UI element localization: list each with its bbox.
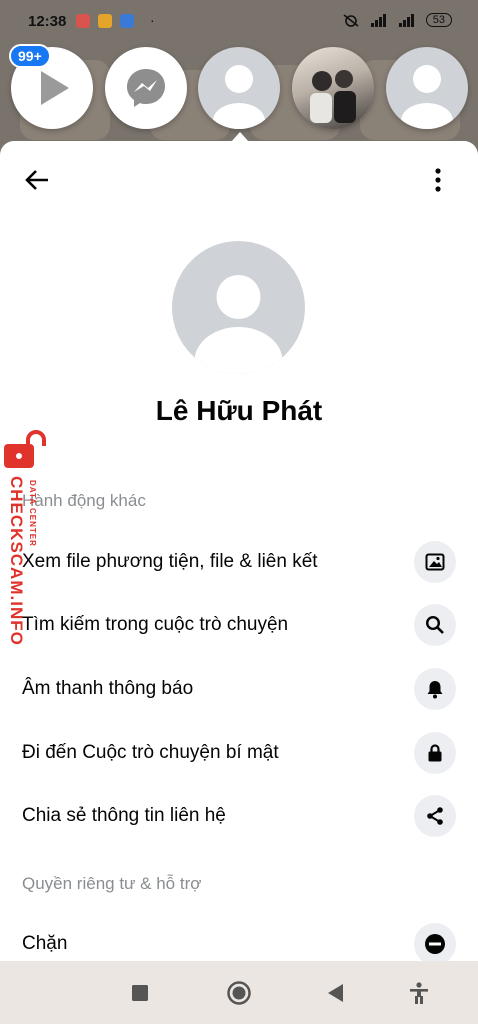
row-view-media[interactable]: Xem file phương tiện, file & liên kết xyxy=(0,538,478,588)
row-label: Chặn xyxy=(22,933,68,954)
messenger-icon xyxy=(127,69,165,107)
row-share-contact[interactable]: Chia sẻ thông tin liên hệ xyxy=(0,792,478,842)
chat-head-person[interactable] xyxy=(198,47,280,129)
unread-badge: 99+ xyxy=(9,44,51,68)
alarm-off-icon xyxy=(343,13,359,27)
square-icon xyxy=(132,985,148,1001)
accessibility-icon xyxy=(410,982,428,1004)
chat-heads xyxy=(0,47,478,132)
profile-name: Lê Hữu Phát xyxy=(155,395,323,426)
image-icon xyxy=(425,553,445,571)
share-icon xyxy=(427,807,443,825)
avatar-placeholder-icon xyxy=(213,65,265,129)
signal-4g-icon xyxy=(398,13,414,27)
recent-apps-button[interactable] xyxy=(125,979,155,1007)
accessibility-button[interactable] xyxy=(404,979,434,1007)
watermark-brand: CHECKSCAM.INFO xyxy=(7,476,26,646)
row-search-conversation[interactable]: Tìm kiếm trong cuộc trò chuyện xyxy=(0,601,478,651)
triangle-back-icon xyxy=(328,984,343,1002)
arrow-left-icon xyxy=(25,170,48,190)
row-label: Tìm kiếm trong cuộc trò chuyện xyxy=(22,614,289,635)
chat-head-messenger[interactable] xyxy=(105,47,187,129)
back-nav-button[interactable] xyxy=(321,979,351,1007)
more-options-button[interactable] xyxy=(428,163,448,197)
chat-head-person[interactable] xyxy=(386,47,468,129)
conversation-details-sheet: Lê Hữu Phát Hành động khác Xem file phươ… xyxy=(0,141,478,961)
row-notification-sound[interactable]: Âm thanh thông báo xyxy=(0,665,478,715)
status-bar: 12:38 · 53 xyxy=(0,0,478,44)
profile-avatar[interactable] xyxy=(172,241,305,374)
watermark: CHECKSCAM.INFO DATA CENTER xyxy=(2,430,52,670)
row-block[interactable]: Chặn xyxy=(0,920,478,961)
row-label: Đi đến Cuộc trò chuyện bí mật xyxy=(22,742,279,763)
home-button[interactable] xyxy=(224,979,254,1007)
app-notification-icon xyxy=(98,14,112,28)
avatar-placeholder-icon xyxy=(401,65,453,129)
lock-icon xyxy=(428,744,442,762)
app-notification-icon xyxy=(76,14,90,28)
more-vertical-icon xyxy=(435,168,441,192)
signal-icon xyxy=(370,13,386,27)
play-icon xyxy=(41,71,69,105)
block-icon xyxy=(425,934,445,954)
sheet-pointer xyxy=(231,132,249,142)
watermark-sub: DATA CENTER xyxy=(28,480,37,547)
status-time: 12:38 xyxy=(28,13,67,30)
row-secret-conversation[interactable]: Đi đến Cuộc trò chuyện bí mật xyxy=(0,729,478,779)
battery-indicator: 53 xyxy=(425,13,452,27)
section-header-privacy-support: Quyền riêng tư & hỗ trợ xyxy=(22,874,202,893)
system-nav-bar xyxy=(0,961,478,1024)
search-icon xyxy=(425,615,444,634)
app-notification-icon xyxy=(120,14,134,28)
watermark-lock-icon xyxy=(4,430,46,468)
row-label: Âm thanh thông báo xyxy=(22,678,194,699)
notification-icons xyxy=(76,14,134,28)
status-dot: · xyxy=(150,12,155,28)
row-label: Xem file phương tiện, file & liên kết xyxy=(22,551,318,572)
avatar-placeholder-icon xyxy=(194,275,283,374)
chat-head-photo[interactable] xyxy=(292,47,374,129)
photo-avatar xyxy=(310,70,356,123)
bell-icon xyxy=(427,681,443,699)
row-label: Chia sẻ thông tin liên hệ xyxy=(22,805,226,826)
back-button[interactable] xyxy=(20,163,54,197)
status-indicators: 53 xyxy=(342,13,452,27)
home-circle-icon xyxy=(227,981,251,1005)
